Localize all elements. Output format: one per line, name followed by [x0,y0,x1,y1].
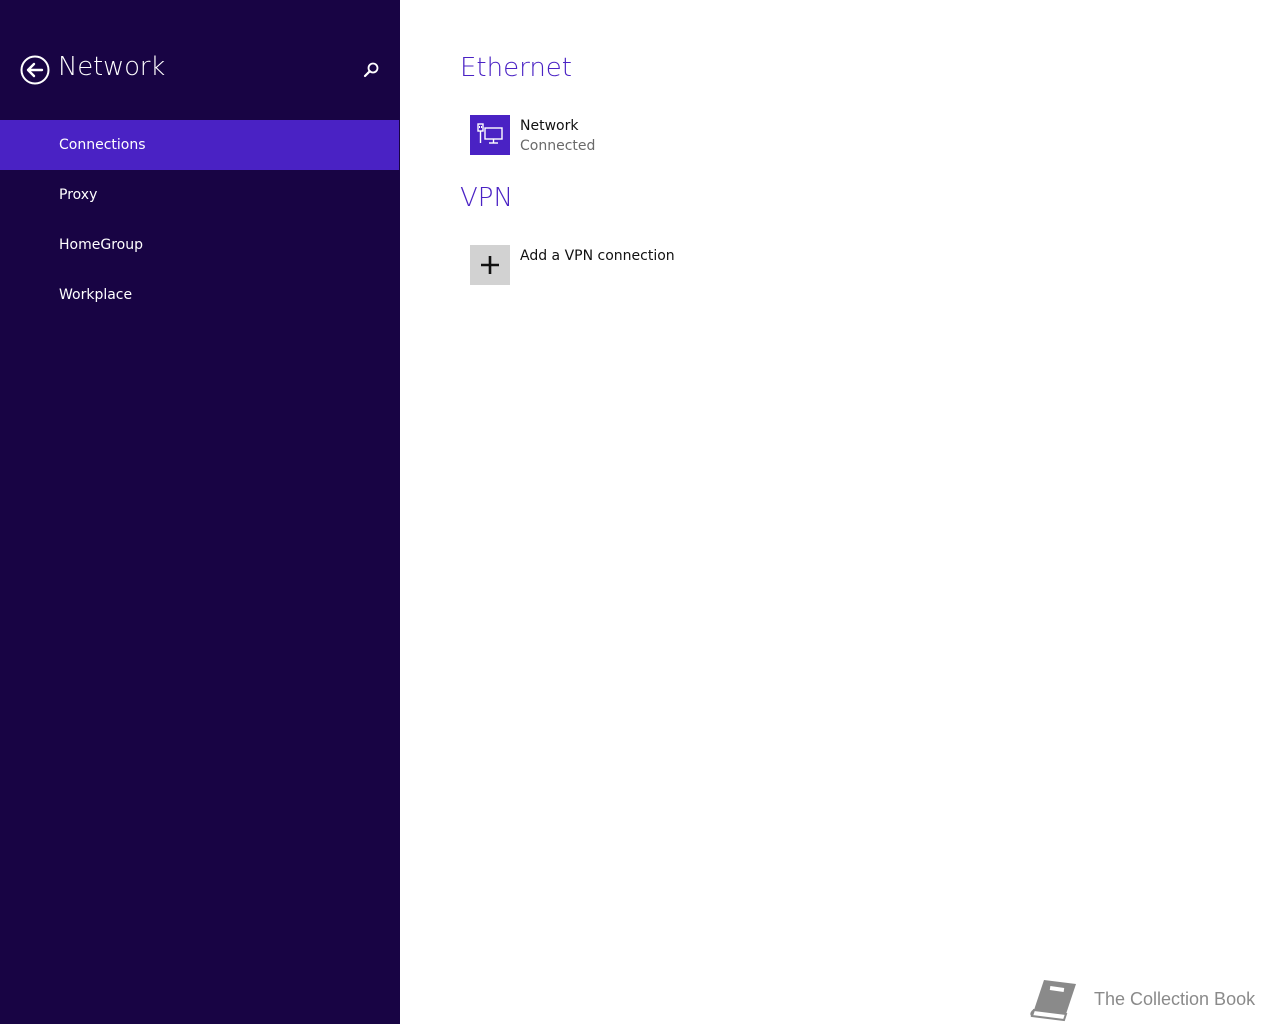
connection-status: Connected [520,138,596,154]
book-icon [1030,980,1076,1022]
connection-name: Network [520,118,579,134]
sidebar-item-label: Connections [59,137,146,153]
add-vpn-connection-button[interactable]: Add a VPN connection [470,245,675,285]
sidebar-header: Network [0,0,400,120]
sidebar-nav: Connections Proxy HomeGroup Workplace [0,120,400,320]
back-button[interactable] [20,55,50,85]
vpn-section-title: VPN [460,183,513,213]
ethernet-connection-text: Network Connected [520,115,595,156]
main-content: Ethernet Network Connected VPN Add a VPN… [400,0,1280,1024]
watermark-text: The Collection Book [1094,988,1256,1009]
plus-icon-tile [470,245,510,285]
ethernet-connection-tile[interactable]: Network Connected [470,115,595,156]
back-arrow-circle-icon [20,55,50,85]
ethernet-icon [477,123,503,144]
sidebar-item-proxy[interactable]: Proxy [0,170,399,220]
sidebar-item-label: Proxy [59,187,98,203]
search-button[interactable] [360,60,382,82]
sidebar-item-workplace[interactable]: Workplace [0,270,399,320]
plus-icon [481,256,499,274]
page-title: Network [58,52,166,82]
sidebar-item-label: Workplace [59,287,133,303]
ethernet-section-title: Ethernet [460,53,572,83]
sidebar: Network Connections Proxy HomeGroup Work… [0,0,400,1024]
sidebar-item-label: HomeGroup [59,237,143,253]
add-vpn-label: Add a VPN connection [520,248,675,264]
sidebar-item-homegroup[interactable]: HomeGroup [0,220,399,270]
sidebar-item-connections[interactable]: Connections [0,120,399,170]
search-icon [363,62,379,78]
add-vpn-text: Add a VPN connection [520,245,675,266]
watermark: The Collection Book [1028,974,1268,1024]
ethernet-icon-tile [470,115,510,155]
